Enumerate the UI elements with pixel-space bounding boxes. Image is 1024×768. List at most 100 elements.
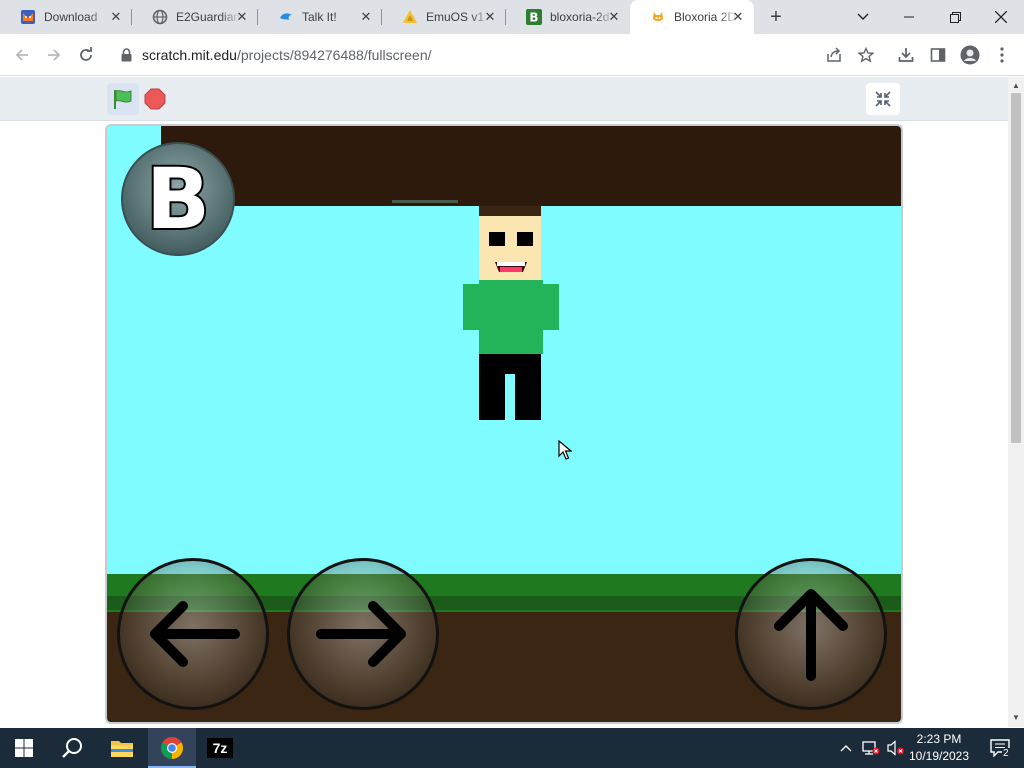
globe-icon	[152, 9, 168, 25]
close-window-button[interactable]	[978, 0, 1024, 34]
player-tongue	[500, 267, 522, 272]
game-stage[interactable]: B	[105, 124, 903, 724]
downloads-button[interactable]	[894, 43, 918, 67]
volume-muted-icon	[887, 740, 904, 756]
chrome-icon	[161, 737, 183, 759]
player-right-eye	[517, 232, 533, 246]
side-panel-button[interactable]	[926, 43, 950, 67]
page-scrollbar[interactable]: ▲ ▼	[1008, 77, 1024, 727]
player-teeth	[497, 262, 525, 266]
7zip-label: 7z	[213, 740, 228, 756]
tab-bloxoria-2d-link[interactable]: B bloxoria-2d ✕	[506, 0, 630, 34]
dirt-ceiling	[161, 126, 901, 206]
tab-title: Talk It!	[302, 10, 337, 24]
green-flag-icon	[114, 90, 132, 109]
network-disconnected-icon	[862, 741, 880, 755]
player-left-eye	[489, 232, 505, 246]
browser-toolbar: scratch.mit.edu/projects/894276488/fulls…	[0, 34, 1024, 76]
notification-count-badge: 2	[1002, 748, 1010, 759]
back-button[interactable]	[10, 43, 34, 67]
new-tab-button[interactable]: +	[764, 5, 788, 29]
kebab-menu-icon	[1000, 47, 1004, 63]
bloxoria-b-badge: B	[121, 142, 235, 256]
taskbar-clock[interactable]: 2:23 PM 10/19/2023	[904, 731, 974, 765]
arrow-right-icon	[48, 49, 61, 61]
network-button[interactable]	[858, 728, 884, 768]
scrollbar-thumb[interactable]	[1011, 93, 1021, 443]
7zip-taskbar-button[interactable]: 7z	[196, 728, 244, 768]
close-icon[interactable]: ✕	[234, 9, 250, 25]
ceiling-seam	[392, 200, 458, 203]
lock-icon[interactable]	[120, 48, 132, 62]
close-icon[interactable]: ✕	[606, 9, 622, 25]
minimize-button[interactable]	[886, 0, 932, 34]
profile-button[interactable]	[958, 43, 982, 67]
player-right-arm	[541, 284, 559, 330]
green-flag-button[interactable]	[107, 83, 139, 115]
player-left-arm	[463, 284, 481, 330]
b-letter-icon: B	[526, 9, 542, 25]
close-icon[interactable]: ✕	[482, 9, 498, 25]
player-shirt	[479, 280, 543, 354]
exit-fullscreen-button[interactable]	[866, 83, 900, 115]
chrome-taskbar-button[interactable]	[148, 728, 196, 768]
arrow-up-icon	[774, 589, 848, 681]
restore-icon	[949, 11, 961, 23]
tab-title: EmuOS v1	[426, 10, 485, 24]
tab-title: E2Guardian	[176, 10, 240, 24]
windows-taskbar: 7z 2:23 PM 10/19/2023 2	[0, 728, 1024, 768]
scroll-down-icon[interactable]: ▼	[1011, 713, 1021, 723]
close-icon[interactable]: ✕	[108, 9, 124, 25]
arrow-left-icon	[150, 601, 240, 667]
address-bar[interactable]: scratch.mit.edu/projects/894276488/fulls…	[110, 39, 862, 71]
star-icon	[858, 47, 874, 63]
reload-button[interactable]	[74, 43, 98, 67]
scroll-up-icon[interactable]: ▲	[1011, 81, 1021, 91]
url-host: scratch.mit.edu	[142, 47, 237, 63]
start-button[interactable]	[0, 728, 48, 768]
svg-text:B: B	[529, 11, 538, 25]
exit-fullscreen-icon	[875, 91, 891, 107]
clock-date: 10/19/2023	[908, 749, 970, 763]
tab-strip: Download ✕ E2Guardian ✕ Talk It! ✕ EmuOS…	[0, 0, 1024, 34]
mouse-cursor-icon	[558, 440, 572, 460]
tab-download[interactable]: Download ✕	[0, 0, 132, 34]
restore-button[interactable]	[932, 0, 978, 34]
share-button[interactable]	[822, 43, 846, 67]
tab-title: Bloxoria 2D	[674, 10, 737, 24]
player-leg-gap	[505, 374, 515, 420]
bookmark-button[interactable]	[854, 43, 878, 67]
file-explorer-button[interactable]	[98, 728, 146, 768]
notifications-button[interactable]: 2	[980, 728, 1020, 768]
stop-button[interactable]	[144, 88, 166, 110]
badge-letter: B	[144, 150, 212, 248]
fox-icon	[20, 9, 36, 25]
tab-search-button[interactable]	[840, 0, 886, 34]
windows-start-icon	[15, 739, 33, 757]
right-arrow-button[interactable]	[287, 558, 439, 710]
jump-arrow-button[interactable]	[735, 558, 887, 710]
tab-title: Download	[44, 10, 98, 24]
close-icon[interactable]: ✕	[358, 9, 374, 25]
forward-button[interactable]	[42, 43, 66, 67]
profile-avatar-icon	[960, 45, 980, 65]
taskbar-search-button[interactable]	[48, 728, 96, 768]
search-icon	[62, 738, 82, 758]
side-panel-icon	[930, 48, 946, 62]
player-controls-bar	[0, 77, 1008, 121]
7zip-icon: 7z	[207, 738, 233, 758]
chevron-down-icon	[857, 13, 869, 20]
url-path: /projects/894276488/fullscreen/	[236, 47, 432, 63]
left-arrow-button[interactable]	[117, 558, 269, 710]
download-icon	[898, 48, 914, 62]
clock-time: 2:23 PM	[916, 732, 962, 746]
tab-talk-it[interactable]: Talk It! ✕	[258, 0, 382, 34]
tab-emuos[interactable]: EmuOS v1 ✕	[382, 0, 506, 34]
tab-e2guardian[interactable]: E2Guardian ✕	[132, 0, 258, 34]
close-icon	[995, 11, 1007, 23]
menu-button[interactable]	[990, 43, 1014, 67]
show-hidden-icons-button[interactable]	[836, 728, 856, 768]
close-icon[interactable]: ✕	[730, 9, 746, 25]
stop-sign-icon	[144, 88, 166, 110]
tab-bloxoria-2d[interactable]: Bloxoria 2D ✕	[630, 0, 754, 34]
